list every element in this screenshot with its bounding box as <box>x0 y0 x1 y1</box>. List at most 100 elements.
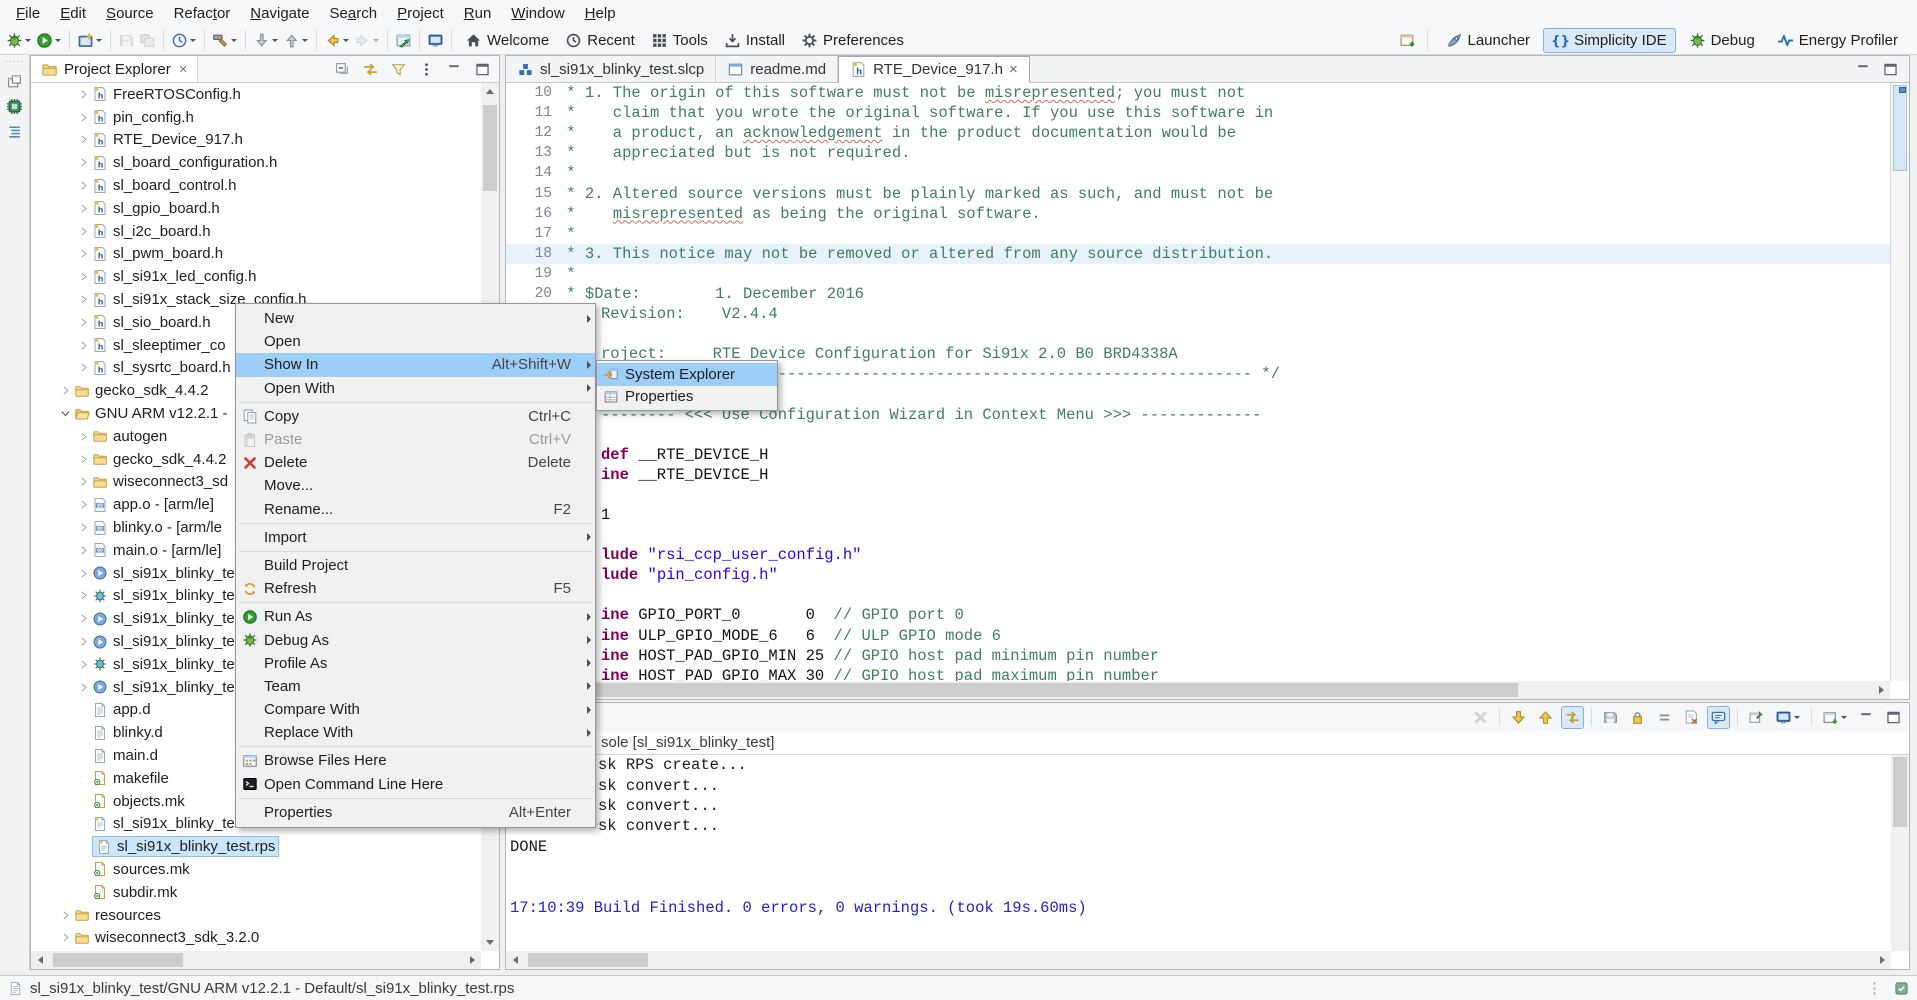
menu-navigate[interactable]: Navigate <box>240 3 319 24</box>
chevron-right-icon[interactable] <box>77 612 92 625</box>
chevron-right-icon[interactable] <box>77 225 92 238</box>
hardware-view-button[interactable] <box>6 98 23 115</box>
collapse-all-button[interactable] <box>332 59 353 80</box>
scrollbar-thumb[interactable] <box>1893 757 1907 827</box>
chevron-down-icon[interactable] <box>59 407 74 420</box>
run-button[interactable] <box>34 30 64 51</box>
tree-item-pin-config-h[interactable]: hpin_config.h <box>31 106 481 129</box>
menu-edit[interactable]: Edit <box>50 3 96 24</box>
history-button[interactable] <box>169 30 199 51</box>
open-perspective-button[interactable] <box>1397 30 1418 51</box>
scroll-left-arrow[interactable] <box>31 951 49 968</box>
dropdown-chevron-icon[interactable] <box>25 39 31 45</box>
context-menu-item-copy[interactable]: CopyCtrl+C <box>236 405 595 428</box>
close-icon[interactable]: × <box>177 61 188 78</box>
maximize-button[interactable] <box>1880 59 1901 80</box>
scroll-down-button[interactable] <box>1507 706 1530 729</box>
chevron-right-icon[interactable] <box>77 567 92 580</box>
context-menu-item-browse-files-here[interactable]: Browse Files Here <box>236 749 595 772</box>
chevron-right-icon[interactable] <box>77 179 92 192</box>
debug-button[interactable] <box>4 30 34 51</box>
menu-search[interactable]: Search <box>320 3 388 24</box>
chevron-right-icon[interactable] <box>77 453 92 466</box>
context-menu-item-rename[interactable]: Rename...F2 <box>236 498 595 521</box>
scroll-lock-button[interactable] <box>1707 706 1730 729</box>
perspective-debug[interactable]: Debug <box>1680 28 1764 53</box>
toolbar-link-install[interactable]: Install <box>716 29 793 52</box>
scrollbar-thumb[interactable] <box>53 953 183 967</box>
tree-item-subdir-mk[interactable]: subdir.mk <box>31 881 481 904</box>
context-menu-item-open-with[interactable]: Open With <box>236 377 595 400</box>
context-menu-item-properties[interactable]: PropertiesAlt+Enter <box>236 801 595 824</box>
chevron-right-icon[interactable] <box>77 293 92 306</box>
restore-views-button[interactable] <box>6 73 23 90</box>
editor-tab-sl-si91x-blinky-test-slcp[interactable]: sl_si91x_blinky_test.slcp <box>506 56 716 82</box>
chevron-right-icon[interactable] <box>77 498 92 511</box>
minimize-button[interactable] <box>1855 706 1878 729</box>
dropdown-chevron-icon[interactable] <box>190 39 196 45</box>
tree-item-sl-board-control-h[interactable]: hsl_board_control.h <box>31 174 481 197</box>
chevron-right-icon[interactable] <box>77 202 92 215</box>
chevron-right-icon[interactable] <box>77 635 92 648</box>
toolbar-link-welcome[interactable]: Welcome <box>457 29 557 52</box>
chevron-right-icon[interactable] <box>59 931 74 944</box>
context-menu-item-build-project[interactable]: Build Project <box>236 554 595 577</box>
context-menu-item-delete[interactable]: DeleteDelete <box>236 451 595 474</box>
toolbar-link-preferences[interactable]: Preferences <box>793 29 912 52</box>
scroll-right-arrow[interactable] <box>1873 951 1891 968</box>
context-menu-item-open-command-line-here[interactable]: Open Command Line Here <box>236 773 595 796</box>
submenu-item-properties[interactable]: Properties <box>597 386 777 409</box>
clear-console-button[interactable] <box>1680 706 1703 729</box>
tree-item-sl-board-configuration-h[interactable]: hsl_board_configuration.h <box>31 151 481 174</box>
toolbar-link-recent[interactable]: Recent <box>557 29 643 52</box>
scroll-up-button[interactable] <box>1534 706 1557 729</box>
chevron-right-icon[interactable] <box>77 544 92 557</box>
chevron-right-icon[interactable] <box>77 339 92 352</box>
save-console-button[interactable] <box>1599 706 1622 729</box>
filter-button[interactable] <box>388 59 409 80</box>
context-menu-item-show-in[interactable]: Show InAlt+Shift+W <box>236 353 595 376</box>
menu-window[interactable]: Window <box>501 3 574 24</box>
overview-ruler[interactable] <box>1890 83 1909 681</box>
editor-horizontal-scrollbar[interactable] <box>506 681 1890 699</box>
project-tree-horizontal-scrollbar[interactable] <box>31 951 481 969</box>
perspective-launcher[interactable]: Launcher <box>1437 28 1540 53</box>
menu-help[interactable]: Help <box>575 3 626 24</box>
maximize-button[interactable] <box>472 59 493 80</box>
link-editor-button[interactable] <box>360 59 381 80</box>
tree-item-sl-pwm-board-h[interactable]: hsl_pwm_board.h <box>31 243 481 266</box>
menu-file[interactable]: File <box>6 3 50 24</box>
scrollbar-thumb[interactable] <box>528 953 648 967</box>
outline-view-button[interactable] <box>6 123 23 140</box>
dropdown-chevron-icon[interactable] <box>96 39 102 45</box>
scroll-right-arrow[interactable] <box>463 951 481 968</box>
minimize-button[interactable] <box>1853 59 1874 80</box>
tree-item-freertosconfig-h[interactable]: hFreeRTOSConfig.h <box>31 83 481 106</box>
minimize-button[interactable] <box>444 59 465 80</box>
dropdown-chevron-icon[interactable] <box>55 39 61 45</box>
chevron-right-icon[interactable] <box>77 589 92 602</box>
next-annotation-button[interactable] <box>251 30 281 51</box>
submenu-item-system-explorer[interactable]: System Explorer <box>597 363 777 386</box>
chevron-right-icon[interactable] <box>59 384 74 397</box>
menu-project[interactable]: Project <box>387 3 454 24</box>
context-menu-item-team[interactable]: Team <box>236 675 595 698</box>
dropdown-chevron-icon[interactable] <box>272 39 278 45</box>
open-console-button[interactable] <box>1819 706 1851 729</box>
chevron-right-icon[interactable] <box>59 909 74 922</box>
view-menu-button[interactable] <box>416 59 437 80</box>
tree-item-sources-mk[interactable]: sources.mk <box>31 858 481 881</box>
console-view-button[interactable] <box>425 30 446 51</box>
context-menu-item-profile-as[interactable]: Profile As <box>236 652 595 675</box>
context-menu-item-debug-as[interactable]: Debug As <box>236 628 595 651</box>
context-menu-item-move[interactable]: Move... <box>236 474 595 497</box>
chevron-right-icon[interactable] <box>77 88 92 101</box>
scrollbar-thumb[interactable] <box>508 683 1518 697</box>
terminate-button[interactable] <box>1469 706 1492 729</box>
new-wizard-button[interactable] <box>75 30 105 51</box>
context-menu-item-replace-with[interactable]: Replace With <box>236 721 595 744</box>
menu-refactor[interactable]: Refactor <box>164 3 241 24</box>
tree-item-wiseconnect3-sdk-3-2-0[interactable]: wiseconnect3_sdk_3.2.0 <box>31 926 481 949</box>
prev-annotation-button[interactable] <box>281 30 311 51</box>
dropdown-chevron-icon[interactable] <box>1794 716 1800 722</box>
